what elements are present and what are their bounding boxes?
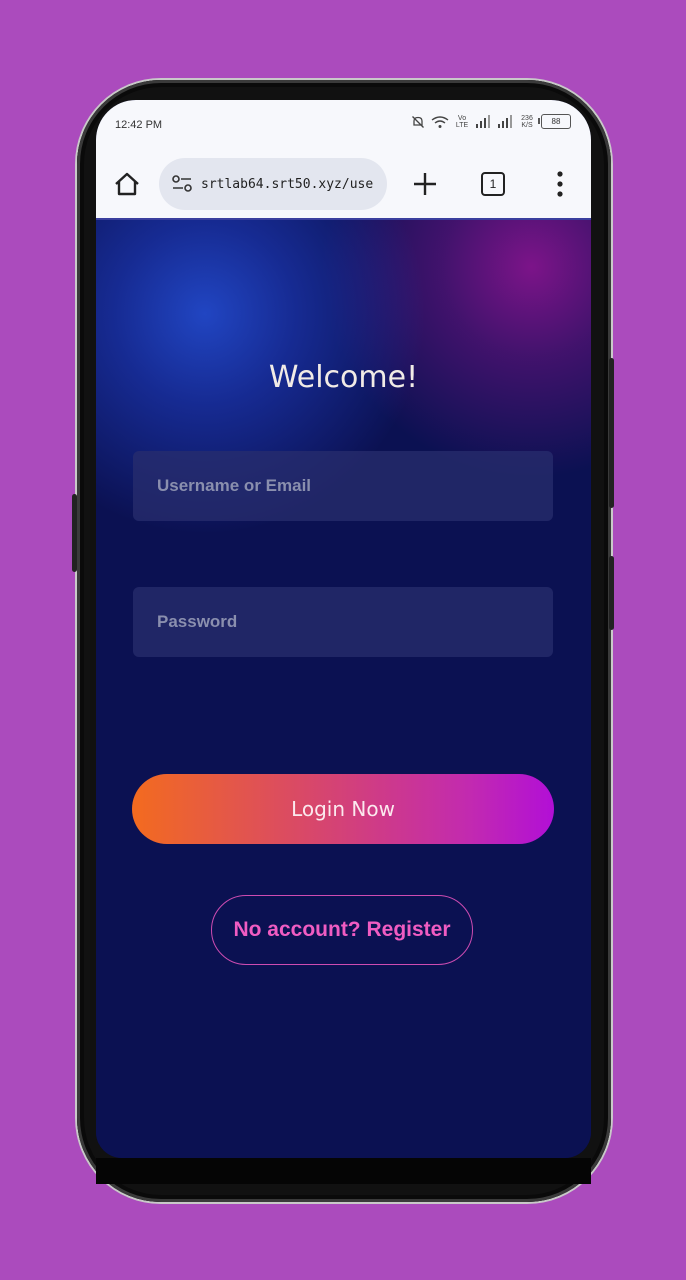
side-button — [609, 358, 614, 508]
url-text[interactable]: srtlab64.srt50.xyz/user/l — [201, 177, 373, 192]
site-settings-icon[interactable] — [171, 174, 193, 194]
status-icons: Vo LTE 236 K/S 88 — [411, 114, 571, 129]
volte-indicator: Vo LTE — [455, 114, 469, 129]
status-bar: 12:42 PM Vo LTE 236 K/S 88 — [96, 100, 591, 148]
home-icon[interactable] — [114, 172, 140, 196]
password-input[interactable] — [133, 587, 553, 657]
more-menu-icon[interactable] — [555, 170, 565, 198]
tab-switcher-button[interactable]: 1 — [481, 172, 505, 196]
phone-screen: 12:42 PM Vo LTE 236 K/S 88 srtlab64.srt5… — [96, 100, 591, 1158]
side-button — [72, 494, 77, 572]
tab-count: 1 — [489, 177, 497, 191]
status-time: 12:42 PM — [115, 119, 163, 131]
login-button[interactable]: Login Now — [132, 774, 554, 844]
browser-toolbar: srtlab64.srt50.xyz/user/l 1 — [96, 148, 591, 220]
wifi-icon — [431, 115, 449, 128]
battery-level: 88 — [551, 117, 561, 126]
new-tab-plus-icon[interactable] — [412, 171, 438, 197]
username-input[interactable] — [133, 451, 553, 521]
battery-icon: 88 — [538, 114, 571, 129]
side-button — [609, 556, 614, 630]
mute-bell-icon — [412, 115, 424, 128]
bottom-bezel — [96, 1158, 591, 1184]
signal-icon — [498, 115, 512, 128]
register-button[interactable]: No account? Register — [211, 895, 473, 965]
login-page: Welcome! Login Now No account? Register — [96, 220, 591, 1158]
page-title: Welcome! — [268, 360, 419, 395]
signal-icon — [476, 115, 490, 128]
address-bar[interactable]: srtlab64.srt50.xyz/user/l — [159, 158, 387, 210]
net-speed: 236 K/S — [521, 114, 533, 129]
